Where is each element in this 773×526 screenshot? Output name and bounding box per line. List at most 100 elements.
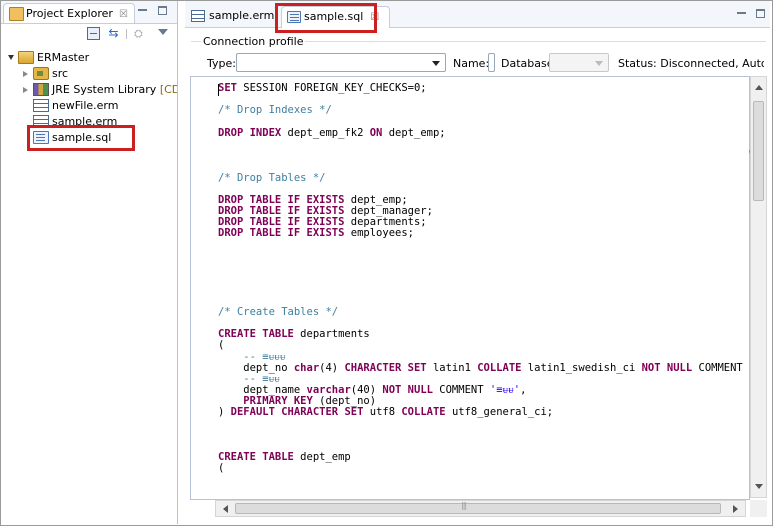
code-token: ( [218,462,225,475]
editor-tabbar: sample.erm sample.sql ☒ [185,1,770,28]
code-line: /* Drop Tables */ [218,172,749,184]
code-token: (4) [319,361,345,374]
code-token: DEFAULT CHARACTER SET [230,406,364,419]
code-token: (40) [350,384,383,397]
type-dropdown[interactable] [236,53,446,72]
code-token: , [520,384,527,397]
view-menu-icon[interactable] [158,29,168,35]
scroll-up-icon[interactable] [755,85,763,90]
code-token: dept_manager; [344,205,433,218]
code-line: ( [218,462,749,475]
close-icon[interactable]: ☒ [119,9,128,20]
collapse-toggle-icon[interactable] [23,87,28,93]
code-token: SESSION FOREIGN_KEY_CHECKS=0; [236,82,427,94]
erm-file-icon [191,10,205,22]
tab-project-explorer[interactable]: Project Explorer ☒ [3,3,135,23]
tree-item-jre-library[interactable]: JRE System Library [CD [1,83,177,97]
code-token: PRIMARY KEY [218,395,313,408]
chevron-down-icon [595,61,603,66]
code-token: COLLATE [401,406,446,419]
horizontal-scrollbar[interactable] [215,500,746,517]
code-token: utf8 [363,406,402,419]
minimize-button[interactable] [737,9,746,18]
scroll-left-icon[interactable] [223,505,228,513]
maximize-button[interactable] [158,6,167,15]
filter-icon[interactable]: ⛭ [134,27,147,40]
project-explorer-icon [9,7,24,21]
link-with-editor-icon[interactable]: ⇆ [107,27,120,40]
scroll-down-icon[interactable] [755,484,763,489]
toolbar-separator [126,29,127,39]
source-folder-icon [33,67,49,80]
sql-code-editor[interactable]: SET SESSION FOREIGN_KEY_CHECKS=0; /* Dro… [190,76,750,500]
code-token: CREATE TABLE [218,328,294,341]
connection-profile-group: Connection profile Type: Name: Database:… [191,29,766,75]
tree-item-ermaster[interactable]: ERMaster [1,51,177,65]
tree-item-newfile-erm[interactable]: newFile.erm [1,99,177,113]
project-icon [18,51,34,64]
code-token: SET [218,82,237,94]
scrollbar-thumb[interactable] [753,101,764,201]
code-line: /* Drop Indexes */ [218,105,749,116]
code-token: DROP INDEX [218,126,282,139]
code-token: CREATE TABLE [218,451,294,464]
code-token: NOT NULL [641,361,693,374]
code-token: /* Create Tables */ [218,305,339,318]
tree-item-label: JRE System Library [52,83,157,96]
database-dropdown[interactable] [549,53,609,72]
code-token: COMMENT [692,361,750,374]
expand-toggle-icon[interactable] [8,55,14,60]
code-line: /* Create Tables */ [218,305,749,318]
project-explorer-tabbar: Project Explorer ☒ [1,1,177,24]
code-token: latin1_swedish_ci [521,361,642,374]
editor-area: sample.erm sample.sql ☒ Connection profil… [185,1,770,524]
library-icon [33,83,49,96]
vertical-scrollbar[interactable] [750,76,767,498]
project-explorer-view: Project Explorer ☒ ⇆ ⛭ ERMaster src JRE S… [1,1,178,524]
code-token: COMMENT [432,384,490,397]
code-line: ( [218,340,749,351]
collapse-all-icon[interactable] [87,27,100,40]
code-token: DROP TABLE IF EXISTS [218,216,345,229]
connection-status: Status: Disconnected, Auto Cor [618,57,764,70]
tree-item-decoration: [CD [159,83,177,96]
scroll-right-icon[interactable] [733,505,738,513]
maximize-button[interactable] [756,9,765,18]
code-line: DROP TABLE IF EXISTS employees; [218,227,749,240]
tree-item-src[interactable]: src [1,67,177,81]
code-line: ) DEFAULT CHARACTER SET utf8 COLLATE utf… [218,406,749,419]
code-lines: SET SESSION FOREIGN_KEY_CHECKS=0; /* Dro… [218,82,750,475]
collapse-toggle-icon[interactable] [23,71,28,77]
highlight-box-tree-sample-sql [27,125,135,151]
code-token: CHARACTER SET [344,361,427,374]
code-token: dept_emp_fk2 [281,126,370,139]
tab-sample-erm[interactable]: sample.erm [189,6,274,27]
name-label: Name: [453,57,490,70]
name-field[interactable] [488,53,495,72]
code-token: dept_emp; [344,193,408,206]
code-token: departments; [344,216,427,229]
code-token: ) [218,406,231,419]
code-token: dept_no [218,361,294,374]
minimize-button[interactable] [138,6,147,15]
code-line: CREATE TABLE departments [218,328,749,341]
scrollbar-corner [750,500,767,517]
code-token: NOT NULL [382,384,433,397]
tab-project-explorer-label: Project Explorer [26,7,113,20]
code-token: DROP TABLE IF EXISTS [218,227,345,240]
code-line: SET SESSION FOREIGN_KEY_CHECKS=0; [218,82,749,94]
tree-item-label: ERMaster [37,51,90,64]
code-token: utf8_general_ci; [445,406,554,419]
erm-file-icon [33,99,49,112]
connection-profile-label: Connection profile [201,35,306,48]
tab-label: sample.erm [209,9,275,22]
scrollbar-thumb[interactable] [235,501,721,514]
code-token: '≡ᵾᵾ' [489,384,521,397]
code-token: employees; [344,227,414,240]
